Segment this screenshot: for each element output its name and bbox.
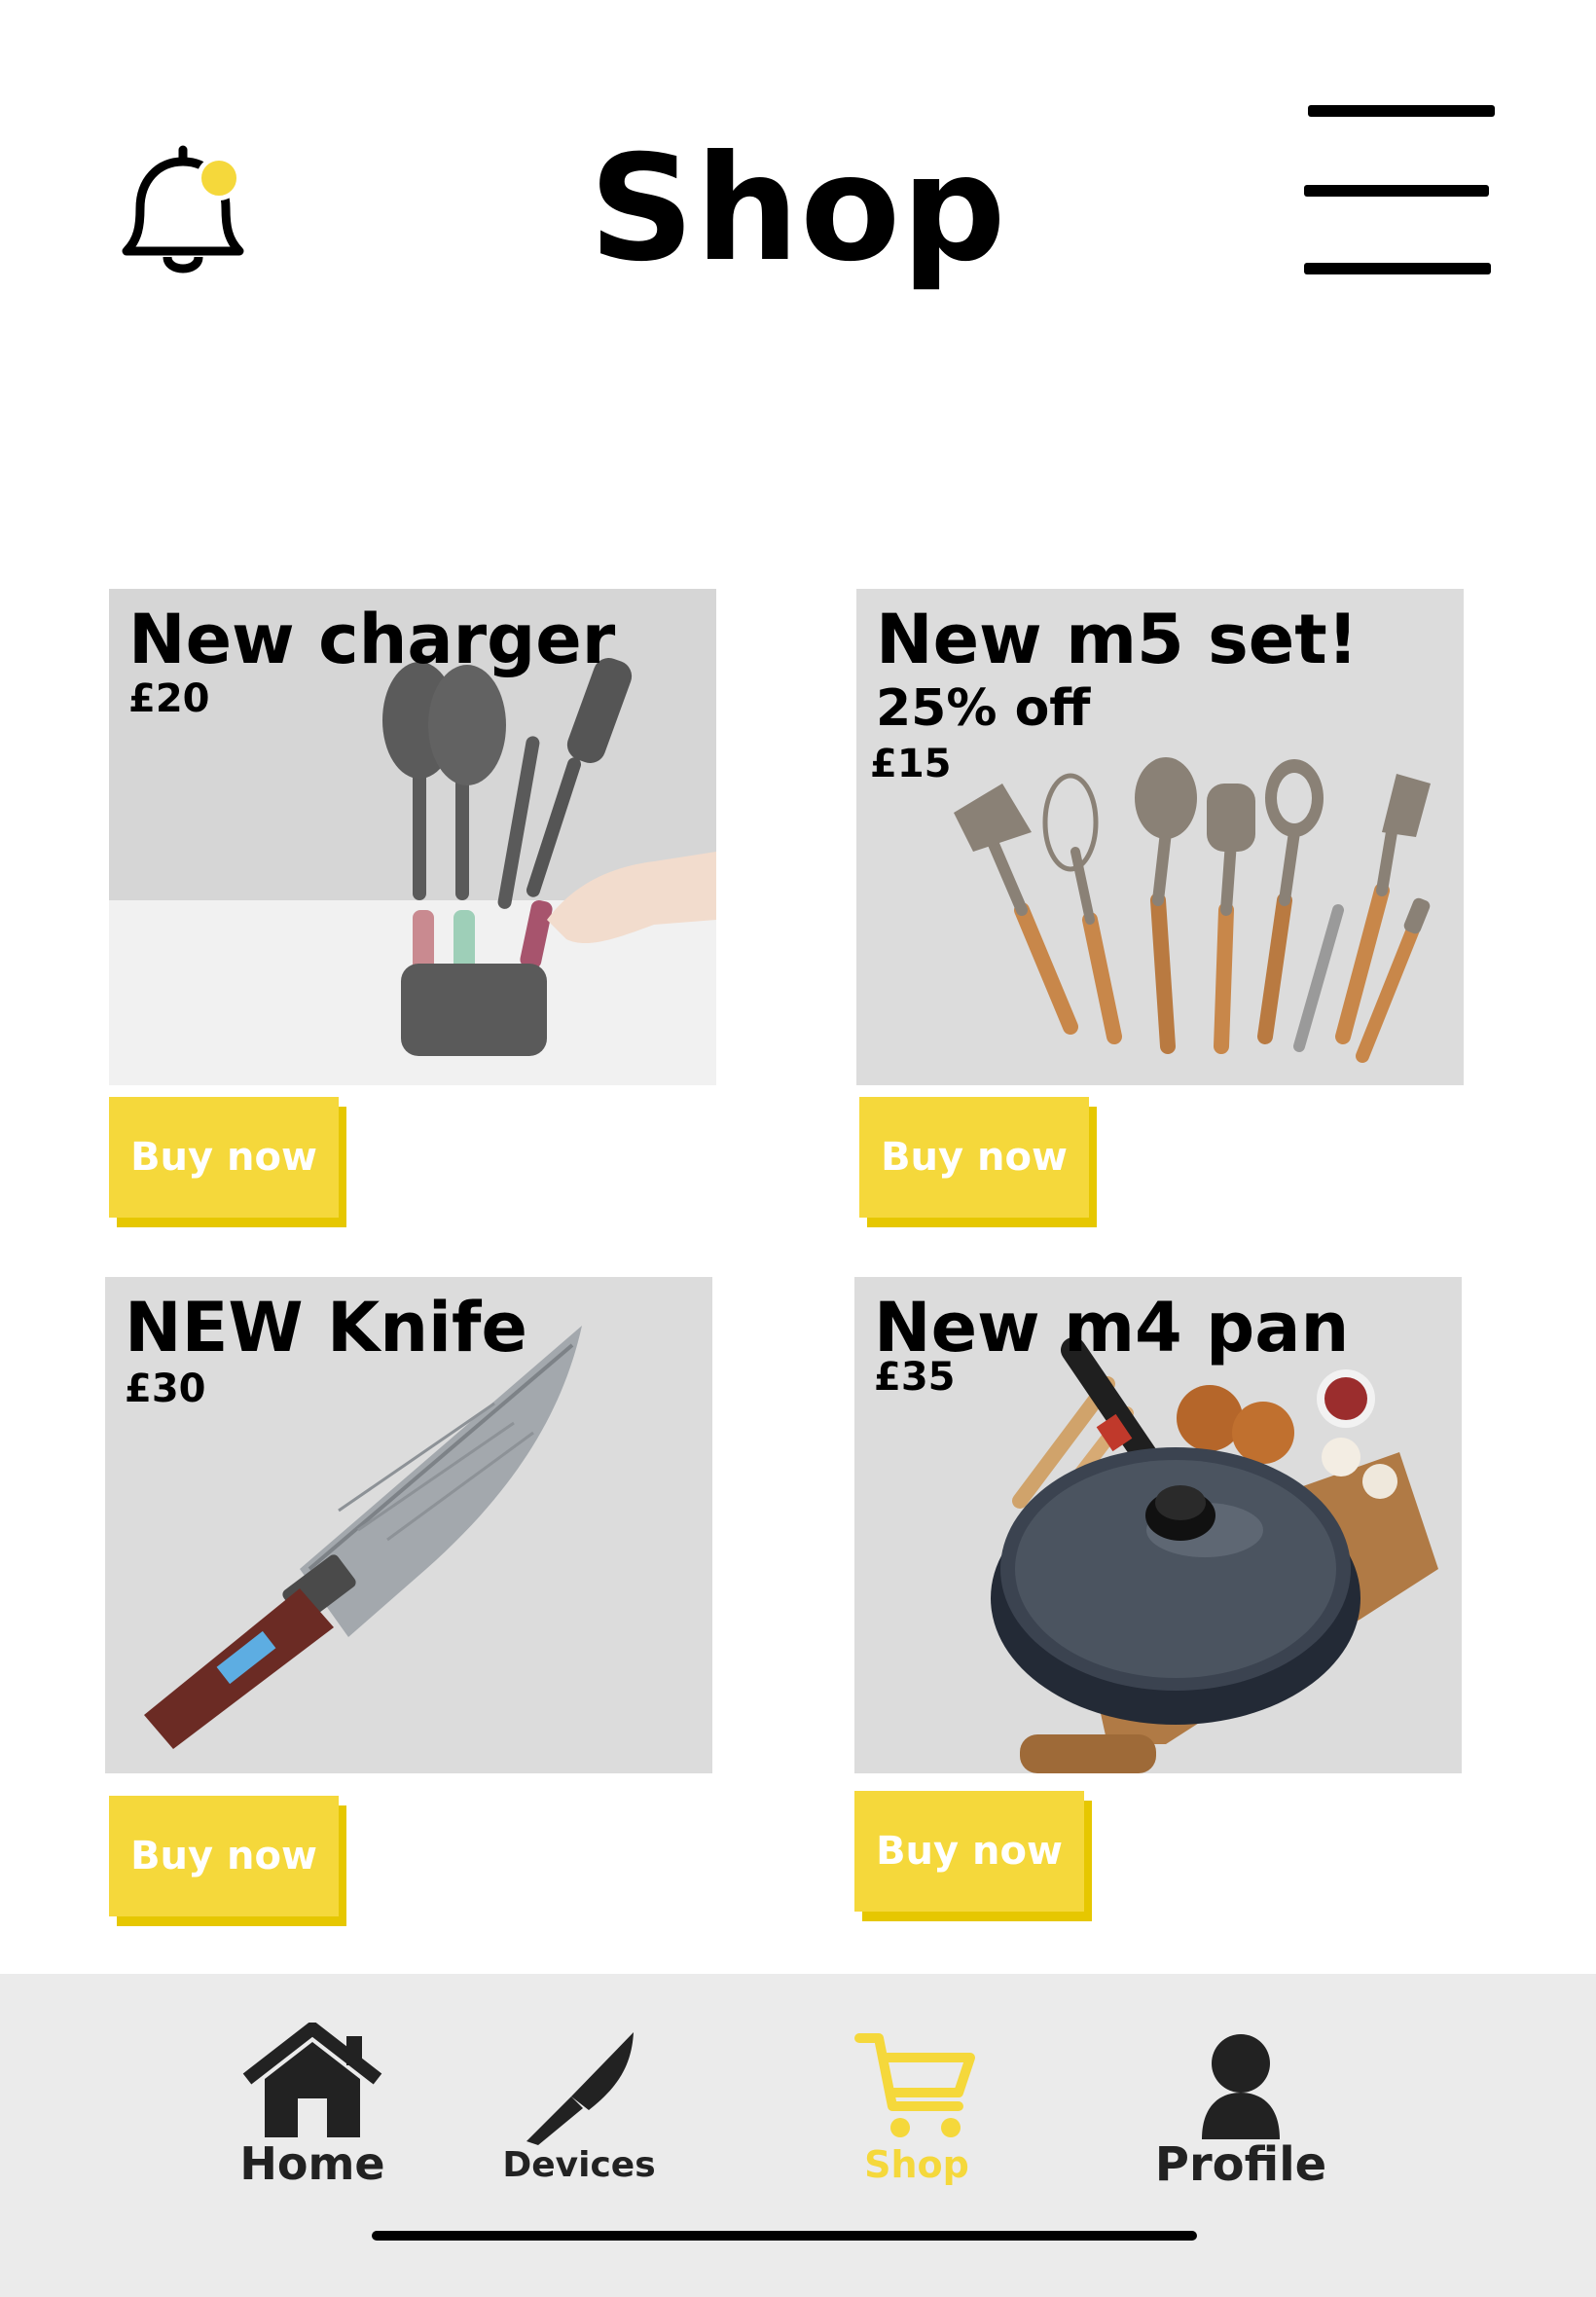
header: Shop [0,0,1596,370]
buy-now-button[interactable]: Buy now [854,1791,1092,1921]
product-name: New m5 set! [876,600,1359,679]
hamburger-menu-icon[interactable] [1304,105,1495,280]
product-price: £20 [128,676,210,721]
nav-item-devices[interactable]: Devices [496,2028,662,2185]
buy-now-button[interactable]: Buy now [109,1097,346,1227]
nav-item-profile[interactable]: Profile [1148,2032,1333,2192]
product-card-charger[interactable]: New charger £20 [109,589,716,1085]
nav-item-shop[interactable]: Shop [839,2030,995,2186]
product-card-knife[interactable]: NEW Knife £30 [105,1277,712,1773]
product-discount: 25% off [876,679,1091,738]
nav-label-home: Home [239,2137,385,2190]
product-name: NEW Knife [125,1288,527,1367]
nav-label-profile: Profile [1154,2137,1327,2192]
person-icon [1202,2034,1280,2139]
product-card-m4-pan[interactable]: New m4 pan £35 [854,1277,1462,1773]
nav-item-home[interactable]: Home [230,2022,395,2190]
product-price: £15 [870,742,952,786]
buy-now-button[interactable]: Buy now [859,1097,1097,1227]
nav-label-shop: Shop [864,2143,969,2186]
cart-icon [854,2033,975,2137]
knife-icon [526,2032,634,2145]
house-icon [242,2022,382,2137]
home-indicator [372,2231,1197,2241]
bottom-navigation: Home Devices Shop Profile [0,1974,1596,2297]
product-price: £30 [125,1367,206,1411]
product-name: New charger [128,600,616,679]
buy-now-button[interactable]: Buy now [109,1796,346,1926]
product-price: £35 [874,1355,956,1400]
product-card-m5-set[interactable]: New m5 set! 25% off £15 [856,589,1464,1085]
nav-label-devices: Devices [502,2145,656,2185]
